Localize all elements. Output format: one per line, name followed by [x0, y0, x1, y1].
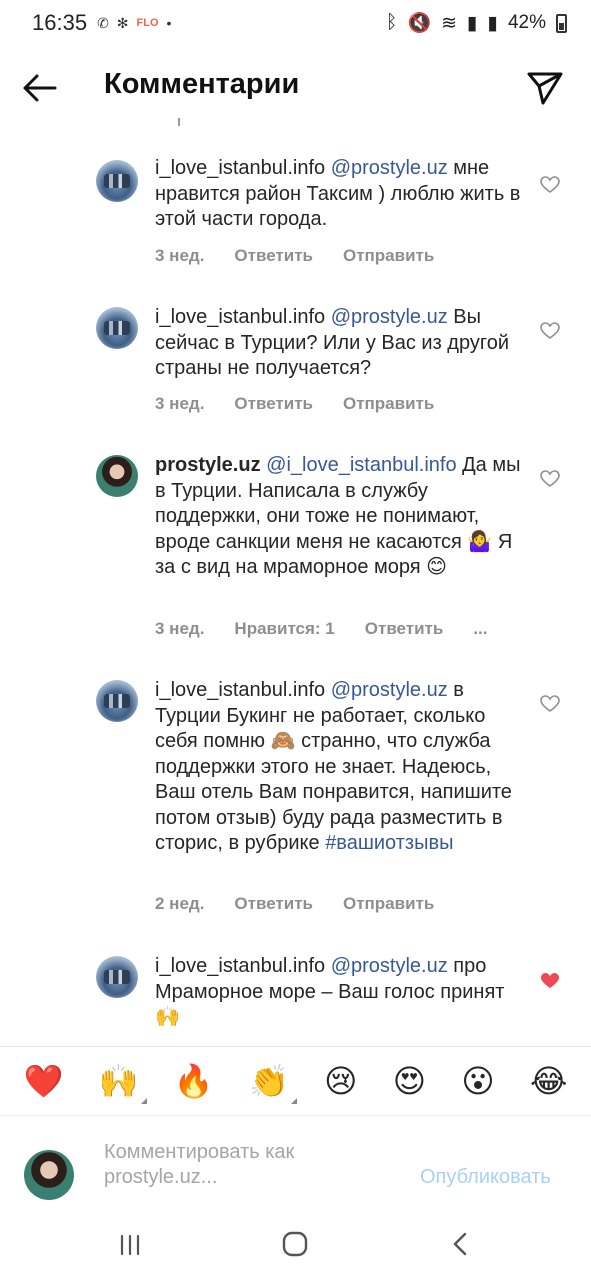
system-nav-bar — [0, 1215, 591, 1280]
signal-2-icon: ▮ — [487, 12, 498, 34]
wifi-icon: ≋ — [441, 12, 458, 34]
more-options-button[interactable]: ... — [473, 619, 487, 639]
recent-apps-icon[interactable] — [118, 1233, 142, 1257]
comment-body: в Турции Букинг не работает, сколько себ… — [155, 679, 512, 854]
emoji-heart-eyes[interactable]: 😍 — [393, 1062, 426, 1100]
comment-text: i_love_istanbul.info @prostyle.uz про Мр… — [155, 954, 530, 1031]
liked-heart-icon[interactable] — [540, 972, 560, 990]
status-bar: 16:35 ✆ ✻ FLO • ᛒ 🔇 ≋ ▮ ▮ 42% — [0, 0, 591, 46]
comment-input[interactable]: Комментировать как prostyle.uz... — [104, 1140, 344, 1190]
mute-icon: 🔇 — [407, 13, 432, 34]
avatar[interactable] — [96, 680, 138, 722]
comment-time: 3 нед. — [155, 619, 205, 638]
comment-mention[interactable]: @prostyle.uz — [331, 679, 448, 701]
avatar[interactable] — [96, 455, 138, 497]
comment-mention[interactable]: @prostyle.uz — [331, 157, 448, 179]
publish-button[interactable]: Опубликовать — [420, 1166, 551, 1189]
comment-compose: Комментировать как prostyle.uz... Опубли… — [0, 1120, 591, 1220]
emoji-quick-bar: ❤️ 🙌 🔥 👏 😢 😍 😮 😂 — [0, 1046, 591, 1116]
reply-button[interactable]: Ответить — [365, 619, 444, 639]
emoji-clapping[interactable]: 👏 — [249, 1062, 297, 1104]
comment-hashtag[interactable]: #вашиотзывы — [325, 832, 453, 854]
like-heart-icon[interactable] — [540, 322, 560, 340]
avatar[interactable] — [96, 307, 138, 349]
page-title: Комментарии — [104, 68, 300, 100]
signal-icon: ▮ — [467, 12, 478, 34]
comment-time: 2 нед. — [155, 894, 205, 913]
comment-time: 3 нед. — [155, 246, 205, 265]
comment-text: i_love_istanbul.info @prostyle.uz мне нр… — [155, 156, 530, 233]
send-icon[interactable] — [526, 68, 564, 106]
own-avatar — [24, 1150, 74, 1200]
bluetooth-icon: ᛒ — [386, 12, 398, 33]
comment-actions: 3 нед. Ответить Отправить — [155, 246, 464, 266]
comment-mention[interactable]: @prostyle.uz — [331, 306, 448, 328]
reply-button[interactable]: Ответить — [234, 894, 313, 914]
status-right: ᛒ 🔇 ≋ ▮ ▮ 42% — [386, 11, 567, 35]
reply-button[interactable]: Ответить — [234, 246, 313, 266]
emoji-raised-hands[interactable]: 🙌 — [99, 1062, 147, 1104]
like-heart-icon[interactable] — [540, 470, 560, 488]
comment-username[interactable]: i_love_istanbul.info — [155, 306, 325, 328]
comment-actions: 3 нед. Ответить Отправить — [155, 394, 464, 414]
battery-percent: 42% — [507, 12, 546, 33]
status-time: 16:35 — [32, 10, 88, 35]
header: Комментарии — [0, 52, 591, 122]
comment-mention[interactable]: @i_love_istanbul.info — [266, 454, 456, 476]
avatar[interactable] — [96, 956, 138, 998]
comment-text: i_love_istanbul.info @prostyle.uz в Турц… — [155, 678, 530, 857]
comment-username[interactable]: i_love_istanbul.info — [155, 955, 325, 977]
comment-text: i_love_istanbul.info @prostyle.uz Вы сей… — [155, 305, 530, 382]
emoji-crying[interactable]: 😢 — [324, 1062, 357, 1100]
flo-icon: FLO — [136, 17, 159, 29]
battery-icon — [556, 13, 567, 33]
send-button[interactable]: Отправить — [343, 246, 434, 266]
wifi-call-icon: ✆ — [97, 14, 109, 31]
dot-icon: • — [166, 15, 172, 31]
back-arrow-icon[interactable] — [22, 70, 58, 106]
likes-count[interactable]: Нравится: 1 — [234, 619, 334, 639]
avatar[interactable] — [96, 160, 138, 202]
comment-actions: 3 нед. Нравится: 1 Ответить ... — [155, 619, 518, 639]
comment-username[interactable]: i_love_istanbul.info — [155, 157, 325, 179]
emoji-laughing[interactable]: 😂 — [530, 1062, 567, 1100]
comment-username[interactable]: i_love_istanbul.info — [155, 679, 325, 701]
comment-text: prostyle.uz @i_love_istanbul.info Да мы … — [155, 453, 535, 581]
comments-list[interactable]: i_love_istanbul.info @prostyle.uz мне нр… — [0, 120, 591, 1045]
fan-icon: ✻ — [116, 14, 129, 31]
status-notification-icons: ✆ ✻ FLO • — [97, 15, 171, 32]
send-button[interactable]: Отправить — [343, 894, 434, 914]
send-button[interactable]: Отправить — [343, 394, 434, 414]
emoji-surprised[interactable]: 😮 — [461, 1062, 494, 1100]
home-icon[interactable] — [282, 1231, 308, 1257]
emoji-heart[interactable]: ❤️ — [24, 1062, 64, 1100]
back-chevron-icon[interactable] — [450, 1231, 470, 1257]
status-left: 16:35 ✆ ✻ FLO • — [32, 10, 171, 36]
comment-mention[interactable]: @prostyle.uz — [331, 955, 448, 977]
like-heart-icon[interactable] — [540, 176, 560, 194]
emoji-fire[interactable]: 🔥 — [174, 1062, 214, 1100]
comment-actions: 2 нед. Ответить Отправить — [155, 894, 464, 914]
reply-button[interactable]: Ответить — [234, 394, 313, 414]
like-heart-icon[interactable] — [540, 695, 560, 713]
comment-username[interactable]: prostyle.uz — [155, 454, 261, 476]
comment-time: 3 нед. — [155, 394, 205, 413]
